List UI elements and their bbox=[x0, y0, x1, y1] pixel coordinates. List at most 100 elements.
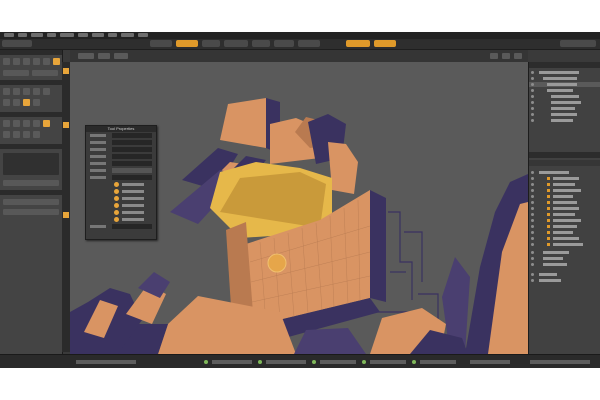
property-field[interactable] bbox=[112, 224, 152, 229]
radio-option[interactable] bbox=[88, 196, 154, 202]
property-field[interactable] bbox=[112, 140, 152, 145]
strip-tab[interactable] bbox=[63, 122, 69, 128]
tab-topology[interactable] bbox=[202, 40, 220, 47]
shader-item[interactable] bbox=[529, 194, 600, 199]
shader-item[interactable] bbox=[529, 242, 600, 247]
active-tool-icon[interactable] bbox=[53, 58, 60, 65]
strip-tab[interactable] bbox=[63, 212, 69, 218]
tab-scene[interactable] bbox=[2, 40, 32, 47]
tool-icon[interactable] bbox=[13, 131, 20, 138]
menu-item[interactable] bbox=[4, 33, 14, 37]
eye-icon[interactable] bbox=[531, 257, 534, 260]
eye-icon[interactable] bbox=[531, 113, 534, 116]
shader-item[interactable] bbox=[529, 188, 600, 193]
tool-icon[interactable] bbox=[13, 99, 20, 106]
eye-icon[interactable] bbox=[531, 231, 534, 234]
tool-icon[interactable] bbox=[3, 120, 10, 127]
eye-icon[interactable] bbox=[531, 213, 534, 216]
list-item[interactable] bbox=[529, 82, 600, 87]
radio-option[interactable] bbox=[88, 189, 154, 195]
command-input[interactable] bbox=[530, 360, 590, 364]
eye-icon[interactable] bbox=[531, 251, 534, 254]
menu-item[interactable] bbox=[18, 33, 27, 37]
tool-icon[interactable] bbox=[33, 131, 40, 138]
tool-button[interactable] bbox=[3, 70, 29, 76]
tool-icon[interactable] bbox=[33, 88, 40, 95]
tab-render[interactable] bbox=[298, 40, 320, 47]
tool-icon[interactable] bbox=[33, 99, 40, 106]
scale-tool-icon[interactable] bbox=[23, 58, 30, 65]
tool-icon[interactable] bbox=[33, 120, 40, 127]
shader-item[interactable] bbox=[529, 278, 600, 283]
view-option-icon[interactable] bbox=[514, 53, 522, 59]
menu-item[interactable] bbox=[47, 33, 56, 37]
tool-icon[interactable] bbox=[23, 120, 30, 127]
eye-icon[interactable] bbox=[531, 183, 534, 186]
radio-option[interactable] bbox=[88, 203, 154, 209]
eye-icon[interactable] bbox=[531, 243, 534, 246]
tool-button[interactable] bbox=[3, 180, 59, 186]
property-field[interactable] bbox=[112, 168, 152, 173]
strip-tab[interactable] bbox=[63, 68, 69, 74]
property-field[interactable] bbox=[112, 161, 152, 166]
property-field[interactable] bbox=[112, 154, 152, 159]
eye-icon[interactable] bbox=[531, 177, 534, 180]
menu-item[interactable] bbox=[78, 33, 88, 37]
shader-item[interactable] bbox=[529, 272, 600, 277]
shader-item[interactable] bbox=[529, 236, 600, 241]
shader-item[interactable] bbox=[529, 200, 600, 205]
shader-item[interactable] bbox=[529, 230, 600, 235]
eye-icon[interactable] bbox=[531, 77, 534, 80]
tab-action-center[interactable] bbox=[374, 40, 396, 47]
shader-item[interactable] bbox=[529, 182, 600, 187]
move-tool-icon[interactable] bbox=[3, 58, 10, 65]
eye-icon[interactable] bbox=[531, 207, 534, 210]
shader-item[interactable] bbox=[529, 176, 600, 181]
tool-icon[interactable] bbox=[13, 88, 20, 95]
menu-item[interactable] bbox=[60, 33, 74, 37]
tool-button[interactable] bbox=[3, 209, 59, 215]
list-item[interactable] bbox=[529, 112, 600, 117]
shader-item[interactable] bbox=[529, 170, 600, 175]
tab-model[interactable] bbox=[176, 40, 198, 47]
list-item[interactable] bbox=[529, 100, 600, 105]
tab-sculpt[interactable] bbox=[274, 40, 294, 47]
property-field[interactable] bbox=[112, 175, 152, 180]
tab-uv[interactable] bbox=[224, 40, 248, 47]
shader-item[interactable] bbox=[529, 256, 600, 261]
eye-icon[interactable] bbox=[531, 95, 534, 98]
eye-icon[interactable] bbox=[531, 83, 534, 86]
menu-item[interactable] bbox=[31, 33, 43, 37]
tab-paint[interactable] bbox=[252, 40, 270, 47]
view-option-icon[interactable] bbox=[490, 53, 498, 59]
tool-icon[interactable] bbox=[3, 99, 10, 106]
eye-icon[interactable] bbox=[531, 237, 534, 240]
menu-item[interactable] bbox=[108, 33, 117, 37]
transform-handle-icon[interactable] bbox=[267, 253, 287, 273]
tool-button[interactable] bbox=[32, 70, 58, 76]
view-option-icon[interactable] bbox=[502, 53, 510, 59]
rotate-tool-icon[interactable] bbox=[13, 58, 20, 65]
menu-item[interactable] bbox=[121, 33, 134, 37]
preset-box[interactable] bbox=[3, 153, 59, 175]
tool-icon[interactable] bbox=[3, 88, 10, 95]
eye-icon[interactable] bbox=[531, 119, 534, 122]
tab-selection-mode[interactable] bbox=[346, 40, 370, 47]
shader-item[interactable] bbox=[529, 262, 600, 267]
shader-item[interactable] bbox=[529, 218, 600, 223]
viewport-menu[interactable] bbox=[78, 53, 94, 59]
list-item[interactable] bbox=[529, 76, 600, 81]
eye-icon[interactable] bbox=[531, 101, 534, 104]
eye-icon[interactable] bbox=[531, 89, 534, 92]
tool-icon[interactable] bbox=[3, 131, 10, 138]
shader-item[interactable] bbox=[529, 224, 600, 229]
list-item[interactable] bbox=[529, 70, 600, 75]
transform-tool-icon[interactable] bbox=[33, 58, 40, 65]
element-move-icon[interactable] bbox=[43, 58, 50, 65]
menu-item[interactable] bbox=[138, 33, 148, 37]
shader-item[interactable] bbox=[529, 206, 600, 211]
property-field[interactable] bbox=[112, 147, 152, 152]
tool-icon[interactable] bbox=[23, 131, 30, 138]
property-field[interactable] bbox=[112, 133, 152, 138]
tool-icon[interactable] bbox=[13, 120, 20, 127]
